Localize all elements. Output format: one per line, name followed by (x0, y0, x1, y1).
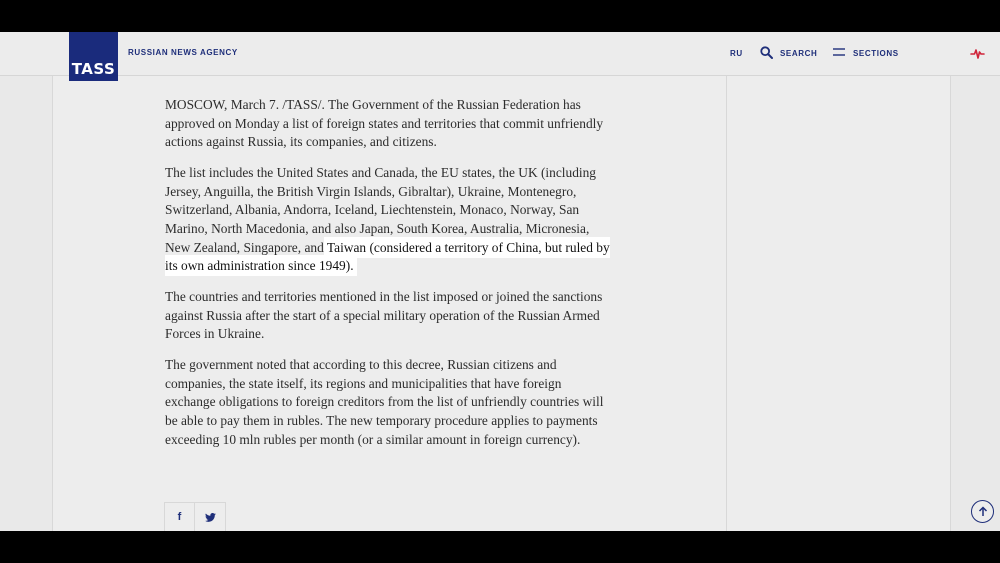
arrow-up-icon (978, 506, 987, 516)
scroll-to-top-button[interactable] (971, 500, 994, 523)
logo-text: TASS (71, 60, 116, 78)
menu-icon[interactable] (833, 47, 845, 57)
search-button[interactable]: SEARCH (780, 49, 817, 58)
pulse-button[interactable] (962, 40, 992, 68)
letterbox-top (0, 0, 1000, 32)
article-paragraph-sanctions: The countries and territories mentioned … (165, 289, 603, 342)
pulse-icon (970, 49, 985, 59)
site-header: TASS RUSSIAN NEWS AGENCY RU SEARCH SECTI… (0, 32, 1000, 81)
letterbox-bottom (0, 531, 1000, 563)
sections-button[interactable]: SECTIONS (853, 49, 899, 58)
facebook-icon: f (177, 511, 182, 523)
facebook-share-button[interactable]: f (164, 502, 195, 531)
search-icon[interactable] (760, 46, 773, 59)
twitter-icon (204, 512, 216, 522)
article-body: MOSCOW, March 7. /TASS/. The Government … (165, 96, 615, 462)
language-switch[interactable]: RU (730, 49, 743, 58)
browser-viewport: TASS RUSSIAN NEWS AGENCY RU SEARCH SECTI… (0, 32, 1000, 531)
article-paragraph-decree: The government noted that according to t… (165, 357, 604, 447)
agency-name: RUSSIAN NEWS AGENCY (128, 48, 238, 57)
tass-logo[interactable]: TASS (69, 32, 118, 81)
share-bar: f (164, 502, 226, 531)
article-paragraph-list: The list includes the United States and … (165, 164, 615, 276)
article-paragraph-lead: MOSCOW, March 7. /TASS/. The Government … (165, 97, 604, 150)
twitter-share-button[interactable] (195, 502, 226, 531)
sidebar-divider (726, 76, 727, 531)
